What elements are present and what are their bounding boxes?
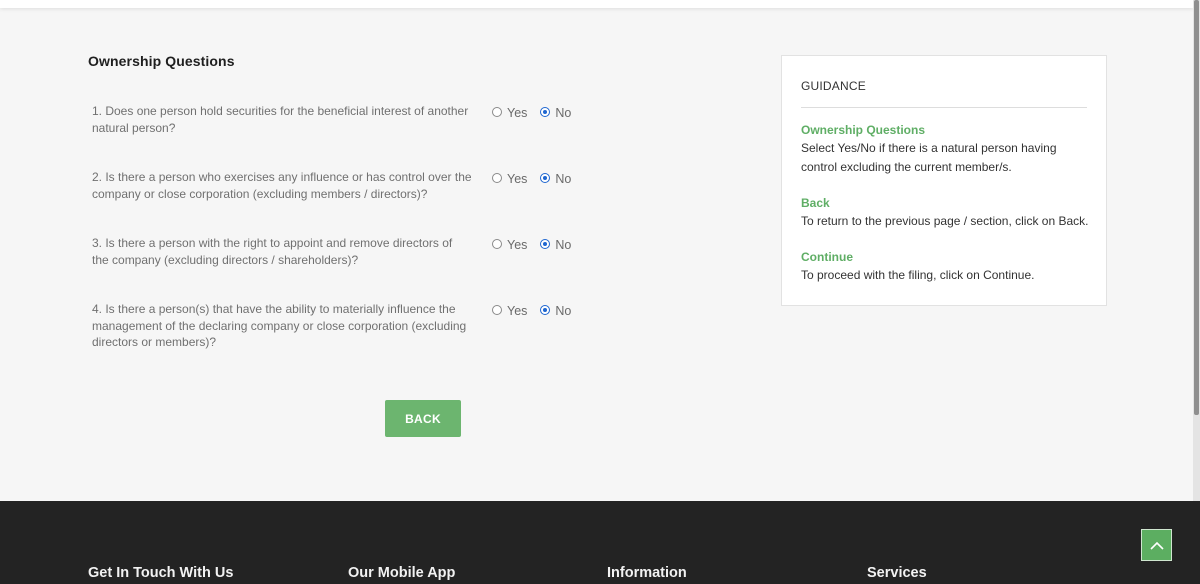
question-3: 3. Is there a person with the right to a… — [92, 236, 453, 267]
q1-yes-radio[interactable] — [492, 107, 502, 117]
q4-yes-radio[interactable] — [492, 305, 502, 315]
back-button[interactable]: BACK — [385, 400, 461, 437]
guidance-heading-ownership: Ownership Questions — [801, 123, 926, 137]
chevron-up-icon — [1149, 541, 1164, 550]
guidance-text-ownership: Select Yes/No if there is a natural pers… — [801, 141, 1057, 174]
q1-yes-label[interactable]: Yes — [507, 106, 527, 120]
footer-heading-services: Services — [867, 565, 927, 581]
footer: Get In Touch With Us Our Mobile App Info… — [0, 501, 1200, 584]
q2-no-label[interactable]: No — [555, 172, 571, 186]
footer-heading-contact: Get In Touch With Us — [88, 565, 234, 581]
q4-no-radio[interactable] — [540, 305, 551, 315]
guidance-panel: GUIDANCE Ownership Questions Select Yes/… — [781, 55, 1107, 306]
q2-yes-label[interactable]: Yes — [507, 172, 527, 186]
q3-yes-radio[interactable] — [492, 239, 502, 249]
guidance-heading-continue: Continue — [801, 250, 853, 264]
scroll-to-top-button[interactable] — [1141, 529, 1172, 561]
q1-no-label[interactable]: No — [555, 106, 571, 120]
question-3-options: Yes No — [492, 237, 584, 252]
q3-no-radio[interactable] — [540, 239, 551, 249]
section-title: Ownership Questions — [88, 53, 235, 69]
guidance-title: GUIDANCE — [801, 79, 866, 93]
top-header-bar — [0, 0, 1193, 8]
q2-yes-radio[interactable] — [492, 173, 502, 183]
q3-no-label[interactable]: No — [555, 238, 571, 252]
q3-yes-label[interactable]: Yes — [507, 238, 527, 252]
q1-no-radio[interactable] — [540, 107, 551, 117]
guidance-text-back: To return to the previous page / section… — [801, 214, 1089, 228]
q4-yes-label[interactable]: Yes — [507, 304, 527, 318]
question-1-options: Yes No — [492, 105, 584, 120]
question-1: 1. Does one person hold securities for t… — [92, 104, 469, 135]
footer-heading-information: Information — [607, 565, 687, 581]
footer-heading-mobile-app: Our Mobile App — [348, 565, 456, 581]
question-2-options: Yes No — [492, 171, 584, 186]
scrollbar[interactable] — [1193, 0, 1200, 501]
q4-no-label[interactable]: No — [555, 304, 571, 318]
guidance-heading-back: Back — [801, 196, 830, 210]
question-2: 2. Is there a person who exercises any i… — [92, 170, 472, 201]
guidance-text-continue: To proceed with the filing, click on Con… — [801, 268, 1035, 282]
question-4-options: Yes No — [492, 303, 584, 318]
guidance-divider — [801, 107, 1087, 108]
scrollbar-thumb[interactable] — [1194, 0, 1199, 415]
question-4: 4. Is there a person(s) that have the ab… — [92, 302, 467, 349]
q2-no-radio[interactable] — [540, 173, 551, 183]
